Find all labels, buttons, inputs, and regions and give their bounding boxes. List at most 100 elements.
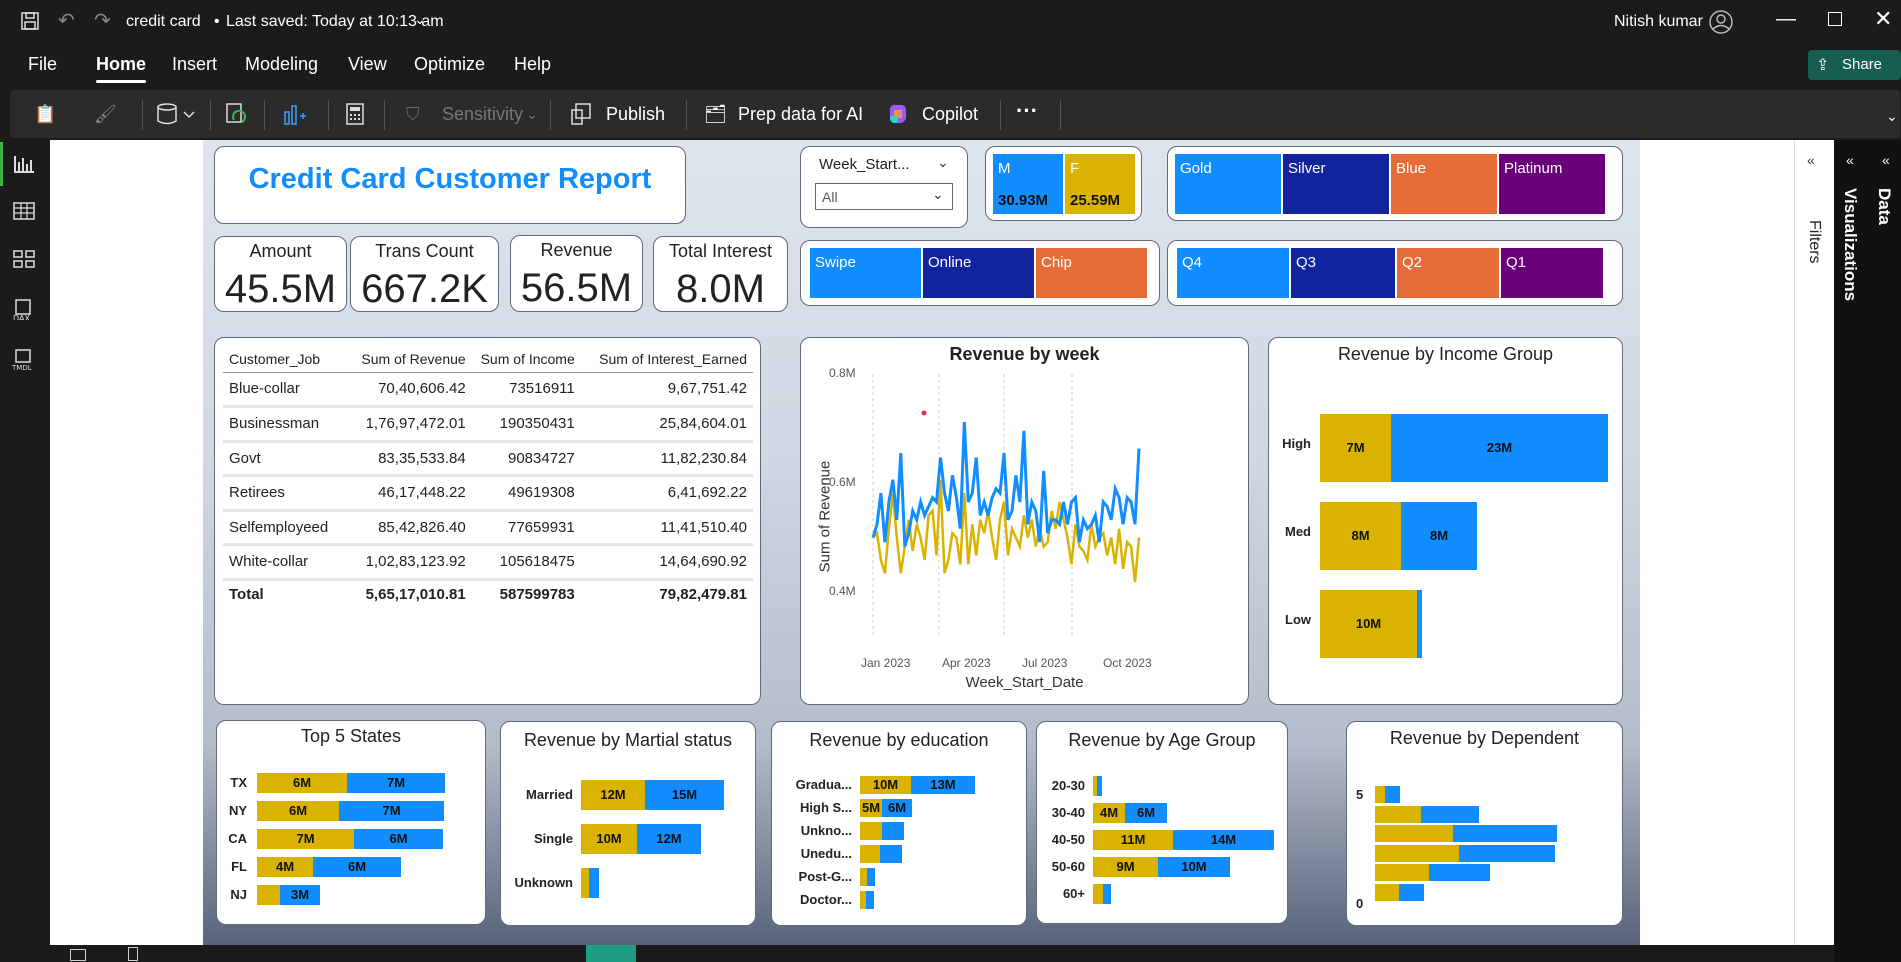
bar-row[interactable]: 10M	[1320, 590, 1610, 658]
minimize-icon[interactable]: —	[1776, 8, 1796, 31]
bar-row[interactable]	[1093, 884, 1111, 904]
bar-row[interactable]: 6M 7M	[257, 801, 444, 821]
bar-row[interactable]	[1375, 786, 1400, 803]
menu-help[interactable]: Help	[514, 54, 551, 75]
sensitivity-button[interactable]: Sensitivity	[442, 104, 523, 125]
menu-modeling[interactable]: Modeling	[245, 54, 318, 75]
page-view-icon[interactable]	[70, 949, 86, 961]
bar-row[interactable]: 12M 15M	[581, 780, 724, 810]
bar-row[interactable]	[860, 868, 875, 886]
header-sum-interest[interactable]: Sum of Interest_Earned	[575, 346, 753, 372]
chevron-down-icon[interactable]: ⌄	[937, 154, 949, 171]
header-sum-revenue[interactable]: Sum of Revenue	[345, 346, 465, 372]
bar-row[interactable]: 5M 6M	[860, 799, 912, 817]
bar-row[interactable]: 8M 8M	[1320, 502, 1610, 570]
bar-row[interactable]: 9M 10M	[1093, 857, 1230, 877]
menu-optimize[interactable]: Optimize	[414, 54, 485, 75]
bar-row[interactable]	[1375, 864, 1490, 882]
expand-icon[interactable]: «	[1807, 152, 1815, 168]
more-options-icon[interactable]: ···	[1016, 98, 1038, 124]
table-row[interactable]: Blue-collar 70,40,606.42 73516911 9,67,751.…	[223, 372, 753, 407]
chevron-down-icon[interactable]: ⌄	[414, 11, 426, 28]
filters-pane[interactable]: « Filters	[1794, 140, 1834, 945]
header-sum-income[interactable]: Sum of Income	[466, 346, 575, 372]
bar-row[interactable]	[860, 845, 902, 863]
user-name[interactable]: Nitish kumar	[1614, 13, 1703, 31]
table-row[interactable]: White-collar 1,02,83,123.92 105618475 14,64…	[223, 545, 753, 579]
chevron-down-icon[interactable]: ⌄	[526, 106, 538, 123]
publish-button[interactable]: Publish	[606, 104, 665, 125]
get-data-icon[interactable]	[156, 102, 196, 126]
category-blue[interactable]: Blue	[1390, 153, 1498, 215]
add-page-button[interactable]	[586, 945, 636, 962]
data-pane[interactable]: « Data	[1868, 140, 1901, 962]
mobile-view-icon[interactable]	[128, 947, 138, 961]
gender-tile-f[interactable]: F 25.59M	[1064, 153, 1136, 215]
bar-row[interactable]: 6M 7M	[257, 773, 445, 793]
copilot-button[interactable]: Copilot	[922, 104, 978, 125]
chip-swipe[interactable]: Swipe	[809, 247, 922, 299]
quarter-q3[interactable]: Q3	[1290, 247, 1396, 299]
quarter-q4[interactable]: Q4	[1176, 247, 1290, 299]
quarter-q1[interactable]: Q1	[1500, 247, 1604, 299]
table-row[interactable]: Retirees 46,17,448.22 49619308 6,41,692.22	[223, 476, 753, 510]
bar-row[interactable]: 10M 13M	[860, 776, 975, 794]
bar-row[interactable]	[1375, 805, 1479, 823]
chevron-down-icon[interactable]: ⌄	[1886, 108, 1898, 125]
format-painter-icon[interactable]: 🖌	[94, 104, 117, 125]
avatar-icon[interactable]	[1709, 10, 1733, 34]
quarter-q2[interactable]: Q2	[1396, 247, 1500, 299]
menu-insert[interactable]: Insert	[172, 54, 217, 75]
close-icon[interactable]: ✕	[1874, 6, 1892, 32]
bar-row[interactable]	[581, 868, 599, 898]
tmdl-view-icon[interactable]: TMDL	[12, 348, 36, 370]
save-icon[interactable]	[20, 11, 40, 31]
copilot-icon[interactable]	[886, 102, 910, 126]
model-view-icon[interactable]	[12, 248, 36, 270]
calculator-icon[interactable]	[344, 102, 366, 126]
bar-row[interactable]: 7M 23M	[1320, 414, 1610, 482]
prep-data-button[interactable]: Prep data for AI	[738, 104, 863, 125]
category-platinum[interactable]: Platinum	[1498, 153, 1606, 215]
bar-row[interactable]	[860, 891, 874, 909]
share-button[interactable]: ⇪ Share	[1808, 50, 1901, 80]
bar-row[interactable]	[1375, 844, 1555, 862]
chip-chip[interactable]: Chip	[1035, 247, 1148, 299]
bar-row[interactable]	[1375, 884, 1424, 901]
bar-row[interactable]: 7M 6M	[257, 829, 443, 849]
table-view-icon[interactable]	[12, 200, 36, 222]
bar-row[interactable]: 4M 6M	[257, 857, 401, 877]
bar-row[interactable]: 11M 14M	[1093, 830, 1274, 850]
week-start-slicer[interactable]: Week_Start... ⌄ All ⌄	[800, 146, 968, 228]
redo-icon[interactable]: ↷	[94, 8, 111, 33]
refresh-icon[interactable]	[224, 102, 248, 126]
table-row[interactable]: Businessman 1,76,97,472.01 190350431 25,84,…	[223, 407, 753, 441]
menu-home[interactable]: Home	[96, 54, 146, 75]
expand-icon[interactable]: «	[1882, 152, 1890, 168]
new-visual-icon[interactable]	[282, 102, 308, 126]
bar-row[interactable]: 4M 6M	[1093, 803, 1167, 823]
bar-row[interactable]	[1093, 776, 1102, 796]
paste-icon[interactable]: 📋	[34, 104, 56, 125]
bar-row[interactable]	[1375, 825, 1557, 843]
table-row[interactable]: Govt 83,35,533.84 90834727 11,82,230.84	[223, 441, 753, 476]
week-dropdown[interactable]: All ⌄	[815, 183, 953, 210]
undo-icon[interactable]: ↶	[58, 8, 75, 33]
menu-file[interactable]: File	[28, 54, 57, 75]
bar-row[interactable]: 10M 12M	[581, 824, 701, 854]
chip-online[interactable]: Online	[922, 247, 1035, 299]
maximize-icon[interactable]	[1828, 12, 1842, 26]
dax-query-icon[interactable]: DAX	[12, 298, 36, 320]
header-customer-job[interactable]: Customer_Job	[223, 346, 345, 372]
bar-row[interactable]: 3M	[257, 885, 320, 905]
gender-tile-m[interactable]: M 30.93M	[992, 153, 1064, 215]
expand-icon[interactable]: «	[1846, 152, 1854, 168]
visualizations-pane[interactable]: « Visualizations	[1834, 140, 1868, 962]
menu-view[interactable]: View	[348, 54, 387, 75]
table-row[interactable]: Selfemployeed 85,42,826.40 77659931 11,41,5…	[223, 510, 753, 545]
publish-icon[interactable]	[570, 102, 594, 126]
category-silver[interactable]: Silver	[1282, 153, 1390, 215]
category-gold[interactable]: Gold	[1174, 153, 1282, 215]
bar-row[interactable]	[860, 822, 904, 840]
report-view-icon[interactable]	[12, 152, 36, 174]
